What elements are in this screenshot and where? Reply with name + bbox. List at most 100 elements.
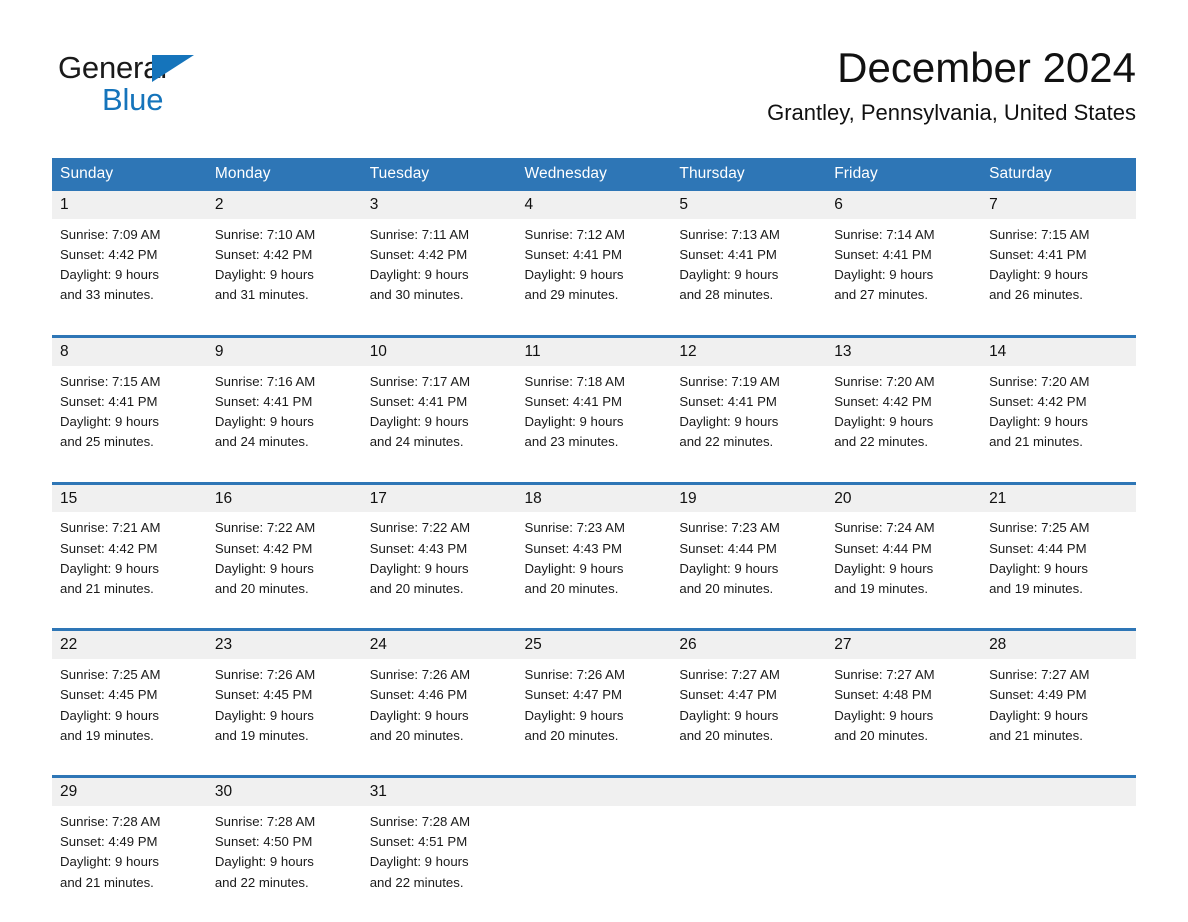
day-number[interactable]: 9 bbox=[206, 334, 362, 366]
day-cell[interactable]: Sunrise: 7:10 AM Sunset: 4:42 PM Dayligh… bbox=[206, 218, 362, 337]
daylight-text-line1: Daylight: 9 hours bbox=[60, 854, 159, 870]
sunset-text: Sunset: 4:42 PM bbox=[60, 540, 158, 556]
daylight-text-line2: and 22 minutes. bbox=[214, 874, 309, 890]
day-cell[interactable]: Sunrise: 7:17 AM Sunset: 4:41 PM Dayligh… bbox=[361, 365, 517, 484]
daylight-text-line1: Daylight: 9 hours bbox=[834, 560, 934, 576]
day-cell[interactable]: Sunrise: 7:27 AM Sunset: 4:49 PM Dayligh… bbox=[981, 659, 1136, 777]
day-cell[interactable]: Sunrise: 7:23 AM Sunset: 4:44 PM Dayligh… bbox=[671, 512, 827, 630]
day-cell[interactable]: Sunrise: 7:15 AM Sunset: 4:41 PM Dayligh… bbox=[981, 218, 1136, 337]
sunset-text: Sunset: 4:42 PM bbox=[989, 393, 1087, 409]
day-cell[interactable]: Sunrise: 7:18 AM Sunset: 4:41 PM Dayligh… bbox=[516, 365, 672, 484]
location-subtitle: Grantley, Pennsylvania, United States bbox=[767, 100, 1136, 126]
day-number[interactable]: 19 bbox=[671, 481, 827, 513]
daylight-text-line2: and 29 minutes. bbox=[524, 287, 619, 303]
day-number[interactable]: 3 bbox=[361, 191, 517, 219]
day-number[interactable]: 10 bbox=[361, 334, 517, 366]
day-number[interactable]: 24 bbox=[361, 628, 517, 660]
day-number[interactable]: 23 bbox=[206, 628, 362, 660]
day-cell[interactable]: Sunrise: 7:26 AM Sunset: 4:47 PM Dayligh… bbox=[516, 659, 672, 777]
sunset-text: Sunset: 4:42 PM bbox=[834, 393, 932, 409]
day-number[interactable]: 13 bbox=[826, 334, 982, 366]
day-cell[interactable]: Sunrise: 7:28 AM Sunset: 4:51 PM Dayligh… bbox=[361, 806, 517, 922]
daylight-text-line2: and 23 minutes. bbox=[524, 434, 619, 450]
day-number[interactable]: 31 bbox=[361, 775, 517, 807]
day-number[interactable]: 18 bbox=[516, 481, 672, 513]
day-cell[interactable]: Sunrise: 7:13 AM Sunset: 4:41 PM Dayligh… bbox=[671, 218, 827, 337]
day-cell[interactable]: Sunrise: 7:28 AM Sunset: 4:49 PM Dayligh… bbox=[52, 806, 207, 922]
day-cell[interactable]: Sunrise: 7:14 AM Sunset: 4:41 PM Dayligh… bbox=[826, 218, 982, 337]
sunrise-text: Sunrise: 7:11 AM bbox=[369, 226, 470, 242]
sunrise-sunset-calendar-table: Sunday Monday Tuesday Wednesday Thursday… bbox=[52, 158, 1136, 922]
sunset-text: Sunset: 4:46 PM bbox=[369, 687, 468, 703]
day-number[interactable]: 14 bbox=[981, 334, 1136, 366]
day-cell[interactable]: Sunrise: 7:20 AM Sunset: 4:42 PM Dayligh… bbox=[981, 365, 1136, 484]
day-number[interactable]: 12 bbox=[671, 334, 827, 366]
day-cell[interactable]: Sunrise: 7:09 AM Sunset: 4:42 PM Dayligh… bbox=[52, 218, 207, 337]
weekday-header-friday: Friday bbox=[826, 158, 982, 191]
day-cell[interactable]: Sunrise: 7:22 AM Sunset: 4:43 PM Dayligh… bbox=[361, 512, 517, 630]
day-number[interactable]: 16 bbox=[206, 481, 362, 513]
day-number[interactable]: 2 bbox=[206, 191, 362, 219]
day-number[interactable]: 27 bbox=[826, 628, 982, 660]
sunset-text: Sunset: 4:43 PM bbox=[524, 540, 623, 556]
daylight-text-line2: and 22 minutes. bbox=[679, 434, 774, 450]
general-blue-logo[interactable]: General Blue bbox=[58, 50, 208, 115]
day-number[interactable]: 7 bbox=[981, 191, 1136, 219]
day-number[interactable]: 11 bbox=[516, 334, 672, 366]
day-number[interactable]: 15 bbox=[52, 481, 207, 513]
daylight-text-line1: Daylight: 9 hours bbox=[369, 854, 469, 870]
day-cell[interactable]: Sunrise: 7:27 AM Sunset: 4:48 PM Dayligh… bbox=[826, 659, 982, 777]
day-cell[interactable]: Sunrise: 7:25 AM Sunset: 4:44 PM Dayligh… bbox=[981, 512, 1136, 630]
day-number[interactable]: 28 bbox=[981, 628, 1136, 660]
sunset-text: Sunset: 4:44 PM bbox=[989, 540, 1087, 556]
day-cell[interactable]: Sunrise: 7:27 AM Sunset: 4:47 PM Dayligh… bbox=[671, 659, 827, 777]
sunset-text: Sunset: 4:45 PM bbox=[60, 687, 158, 703]
sunset-text: Sunset: 4:44 PM bbox=[679, 540, 777, 556]
day-cell[interactable]: Sunrise: 7:19 AM Sunset: 4:41 PM Dayligh… bbox=[671, 365, 827, 484]
brand-text-general: General bbox=[58, 50, 167, 85]
daylight-text-line2: and 24 minutes. bbox=[214, 434, 309, 450]
day-number[interactable]: 21 bbox=[981, 481, 1136, 513]
day-number[interactable]: 1 bbox=[52, 191, 207, 219]
day-cell[interactable]: Sunrise: 7:26 AM Sunset: 4:46 PM Dayligh… bbox=[361, 659, 517, 777]
day-number[interactable]: 4 bbox=[516, 191, 672, 219]
day-number[interactable]: 25 bbox=[516, 628, 672, 660]
daylight-text-line2: and 19 minutes. bbox=[834, 581, 929, 596]
week-info-row: Sunrise: 7:28 AM Sunset: 4:49 PM Dayligh… bbox=[52, 806, 1136, 922]
daylight-text-line2: and 20 minutes. bbox=[679, 727, 774, 743]
triangle-logo-icon bbox=[152, 55, 194, 82]
day-number[interactable]: 30 bbox=[206, 775, 362, 807]
day-cell[interactable]: Sunrise: 7:12 AM Sunset: 4:41 PM Dayligh… bbox=[516, 218, 672, 337]
day-cell[interactable]: Sunrise: 7:11 AM Sunset: 4:42 PM Dayligh… bbox=[361, 218, 517, 337]
daylight-text-line2: and 25 minutes. bbox=[60, 434, 154, 450]
day-number[interactable]: 8 bbox=[52, 334, 207, 366]
day-number[interactable]: 20 bbox=[826, 481, 982, 513]
sunset-text: Sunset: 4:49 PM bbox=[989, 687, 1087, 703]
day-number[interactable]: 17 bbox=[361, 481, 517, 513]
day-cell[interactable]: Sunrise: 7:21 AM Sunset: 4:42 PM Dayligh… bbox=[52, 512, 207, 630]
day-number[interactable]: 26 bbox=[671, 628, 827, 660]
day-cell-empty bbox=[671, 806, 827, 922]
daylight-text-line2: and 20 minutes. bbox=[369, 727, 464, 743]
day-number[interactable]: 29 bbox=[52, 775, 207, 807]
day-number[interactable]: 22 bbox=[52, 628, 207, 660]
day-cell[interactable]: Sunrise: 7:20 AM Sunset: 4:42 PM Dayligh… bbox=[826, 365, 982, 484]
day-cell[interactable]: Sunrise: 7:22 AM Sunset: 4:42 PM Dayligh… bbox=[206, 512, 362, 630]
sunrise-text: Sunrise: 7:14 AM bbox=[834, 226, 935, 242]
daylight-text-line1: Daylight: 9 hours bbox=[989, 267, 1089, 283]
day-cell[interactable]: Sunrise: 7:23 AM Sunset: 4:43 PM Dayligh… bbox=[516, 512, 672, 630]
day-number[interactable]: 6 bbox=[826, 191, 982, 219]
day-cell-empty bbox=[981, 806, 1136, 922]
daylight-text-line1: Daylight: 9 hours bbox=[60, 267, 159, 283]
day-number[interactable]: 5 bbox=[671, 191, 827, 219]
day-cell[interactable]: Sunrise: 7:16 AM Sunset: 4:41 PM Dayligh… bbox=[206, 365, 362, 484]
day-cell[interactable]: Sunrise: 7:28 AM Sunset: 4:50 PM Dayligh… bbox=[206, 806, 362, 922]
day-cell[interactable]: Sunrise: 7:15 AM Sunset: 4:41 PM Dayligh… bbox=[52, 365, 207, 484]
sunrise-text: Sunrise: 7:26 AM bbox=[524, 667, 625, 683]
day-cell[interactable]: Sunrise: 7:24 AM Sunset: 4:44 PM Dayligh… bbox=[826, 512, 982, 630]
calendar-page: General Blue December 2024 Grantley, Pen… bbox=[0, 0, 1188, 922]
daylight-text-line1: Daylight: 9 hours bbox=[989, 560, 1089, 576]
sunrise-text: Sunrise: 7:26 AM bbox=[214, 667, 316, 683]
day-cell[interactable]: Sunrise: 7:26 AM Sunset: 4:45 PM Dayligh… bbox=[206, 659, 362, 777]
day-cell[interactable]: Sunrise: 7:25 AM Sunset: 4:45 PM Dayligh… bbox=[52, 659, 207, 777]
